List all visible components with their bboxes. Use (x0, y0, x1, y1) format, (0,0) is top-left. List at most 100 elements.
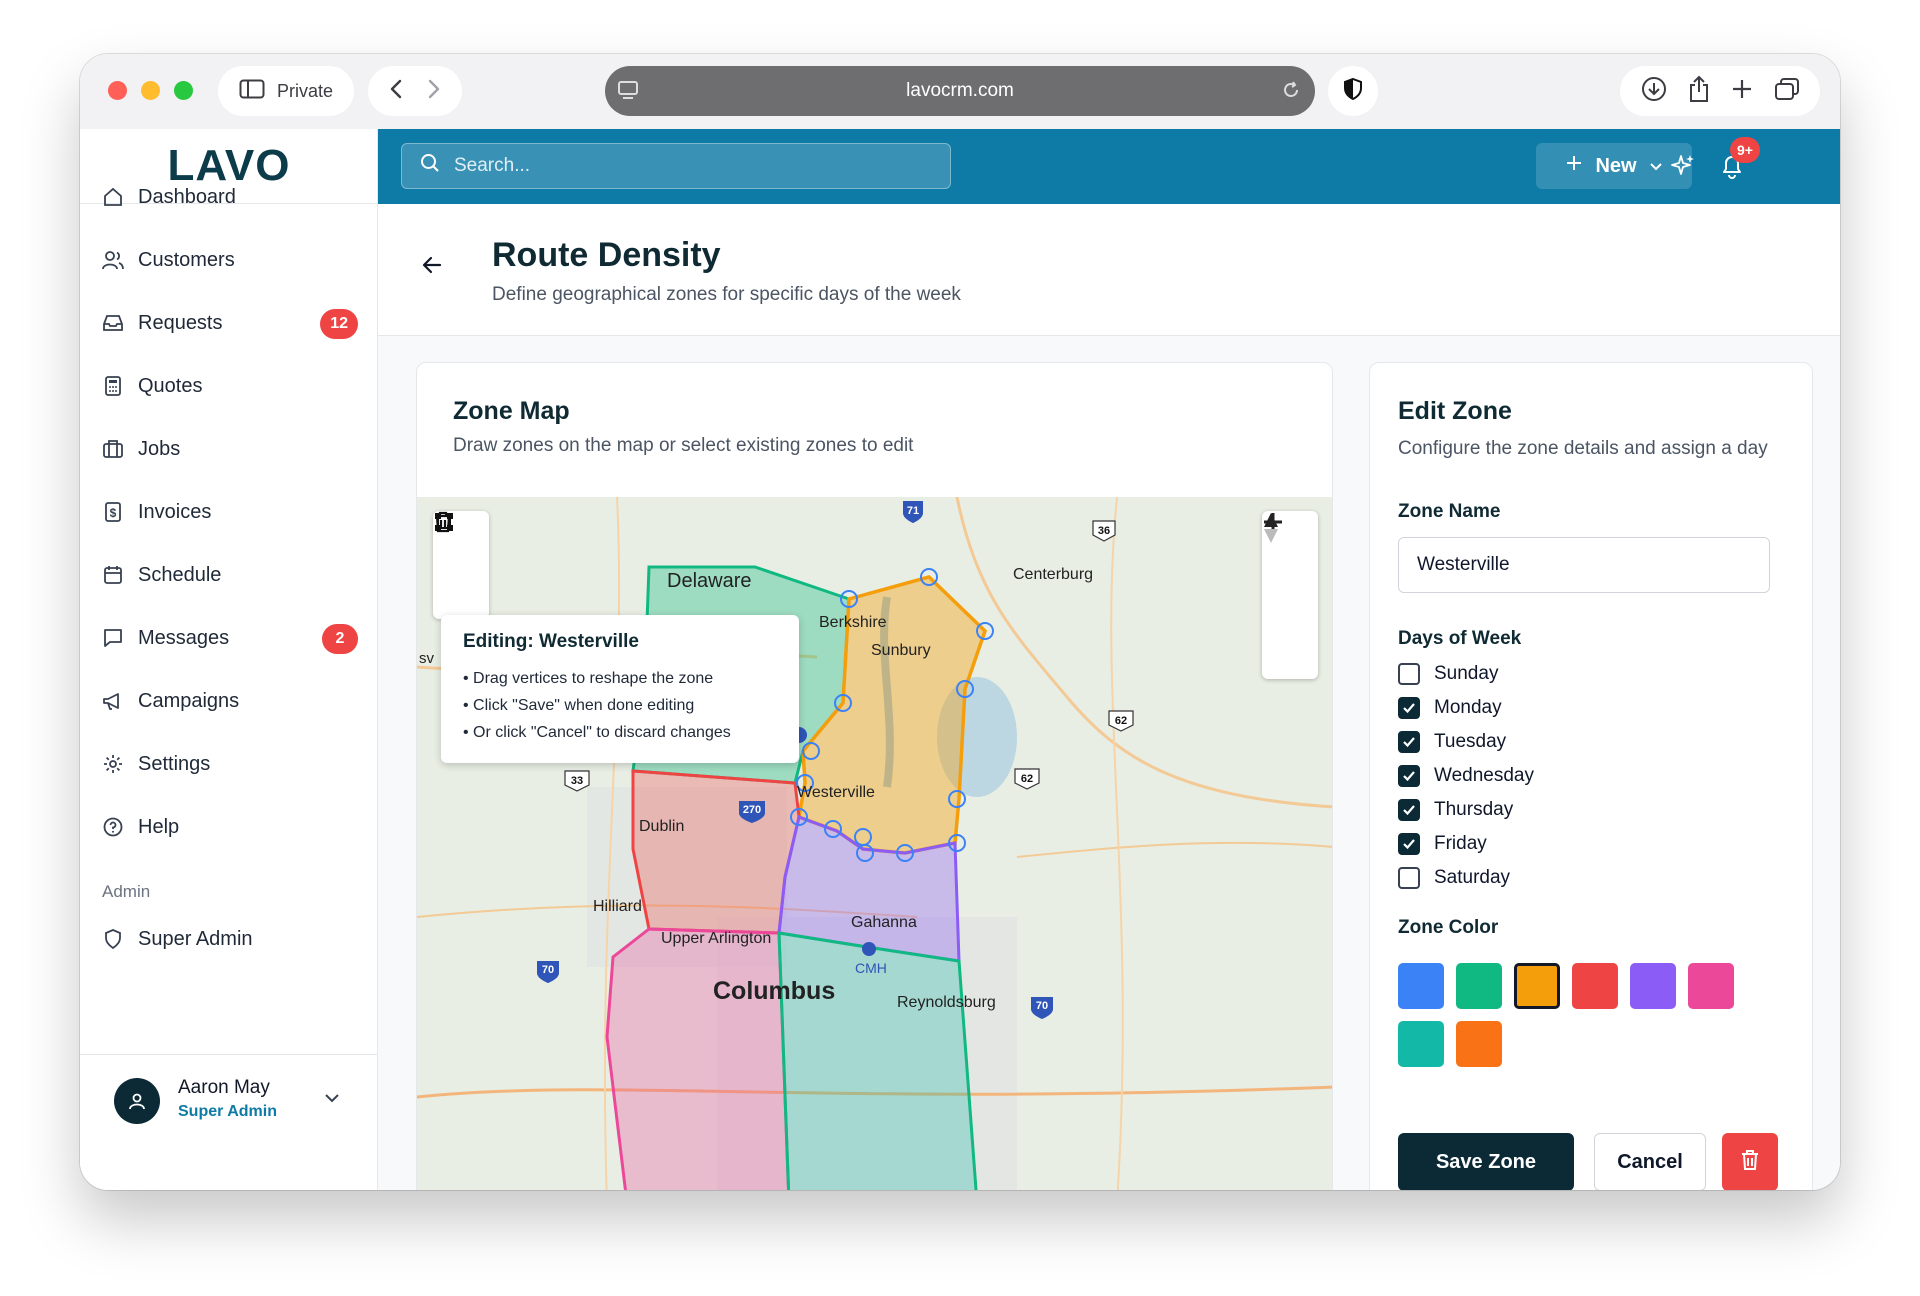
edit-zone-title: Edit Zone (1398, 397, 1512, 425)
map-canvas: 71 36 62 62 33 270 70 70 Delaware Berksh… (417, 497, 1332, 1190)
gear-icon (102, 753, 124, 775)
day-checkbox-friday[interactable]: Friday (1398, 829, 1487, 859)
color-swatch-green[interactable] (1456, 963, 1502, 1009)
chevron-down-icon (324, 1091, 340, 1109)
minimize-window-button[interactable] (141, 81, 160, 100)
place-label: CMH (855, 960, 887, 976)
place-label: Dublin (639, 818, 684, 835)
sidebar-item-quotes[interactable]: Quotes (102, 363, 358, 409)
shield-icon (1343, 77, 1363, 106)
day-checkbox-monday[interactable]: Monday (1398, 693, 1502, 723)
place-label: Hilliard (593, 898, 642, 915)
sidebar-item-invoices[interactable]: $ Invoices (102, 489, 358, 535)
zone-name-label: Zone Name (1398, 501, 1501, 522)
sidebar-item-jobs[interactable]: Jobs (102, 426, 358, 472)
color-swatch-blue[interactable] (1398, 963, 1444, 1009)
browser-window: Private lavocrm.com LAVO Dashboard Custo… (80, 54, 1840, 1190)
delete-zone-button[interactable] (1722, 1133, 1778, 1190)
download-icon[interactable] (1641, 76, 1667, 107)
admin-section-label: Admin (102, 882, 151, 901)
sidebar-item-messages[interactable]: Messages 2 (102, 615, 358, 661)
color-swatch-pink[interactable] (1688, 963, 1734, 1009)
color-swatch-purple[interactable] (1630, 963, 1676, 1009)
zoom-out-button[interactable] (1262, 520, 1318, 623)
maximize-window-button[interactable] (174, 81, 193, 100)
place-label: Upper Arlington (661, 930, 771, 947)
sidebar-toggle-icon (239, 79, 265, 104)
sidebar-item-schedule[interactable]: Schedule (102, 552, 358, 598)
message-icon (102, 627, 124, 649)
svg-text:70: 70 (542, 964, 554, 976)
place-label: Delaware (667, 570, 751, 592)
reload-icon[interactable] (1281, 80, 1301, 106)
edit-zone-subtitle: Configure the zone details and assign a … (1398, 438, 1768, 459)
day-checkbox-saturday[interactable]: Saturday (1398, 863, 1510, 893)
browser-actions (1620, 66, 1820, 116)
close-window-button[interactable] (108, 81, 127, 100)
color-swatch-amber-selected[interactable] (1514, 963, 1560, 1009)
back-arrow-icon[interactable] (422, 256, 442, 279)
address-bar[interactable]: lavocrm.com (605, 66, 1315, 116)
sidebar-item-requests[interactable]: Requests 12 (102, 300, 358, 346)
browser-toolbar: Private lavocrm.com (80, 54, 1840, 129)
private-tab-button[interactable]: Private (218, 66, 354, 116)
map-zoom-controls (1262, 511, 1318, 679)
sidebar-item-super-admin[interactable]: Super Admin (102, 916, 358, 962)
color-swatch-red[interactable] (1572, 963, 1618, 1009)
checkbox-checked (1398, 833, 1420, 855)
place-label: Reynoldsburg (897, 994, 996, 1011)
compass-button[interactable] (1262, 513, 1318, 679)
tooltip-line: • Drag vertices to reshape the zone (463, 670, 714, 687)
sidebar-item-campaigns[interactable]: Campaigns (102, 678, 358, 724)
share-icon[interactable] (1688, 75, 1710, 108)
back-arrow-icon[interactable] (390, 79, 402, 104)
cancel-button[interactable]: Cancel (1594, 1133, 1706, 1190)
new-tab-icon[interactable] (1731, 78, 1753, 105)
svg-text:33: 33 (571, 775, 583, 787)
user-menu[interactable]: Aaron May Super Admin (80, 1054, 378, 1149)
save-zone-button[interactable]: Save Zone (1398, 1133, 1574, 1190)
sidebar-item-help[interactable]: Help (102, 804, 358, 850)
page-settings-icon[interactable] (617, 80, 639, 106)
sparkles-icon[interactable] (1670, 153, 1696, 184)
tooltip-line: • Click "Save" when done editing (463, 697, 695, 714)
zone-map[interactable]: 71 36 62 62 33 270 70 70 Delaware Berksh… (417, 497, 1332, 1190)
search-icon (420, 153, 440, 179)
page-title: Route Density (492, 236, 721, 274)
search-box[interactable] (401, 143, 951, 189)
shield-icon (102, 928, 124, 950)
zone-name-input[interactable] (1398, 537, 1770, 593)
sidebar-item-settings[interactable]: Settings (102, 741, 358, 787)
color-swatch-orange[interactable] (1456, 1021, 1502, 1067)
sidebar-item-dashboard[interactable]: Dashboard (102, 174, 358, 220)
place-label: Sunbury (871, 642, 931, 659)
svg-text:70: 70 (1036, 1000, 1048, 1012)
day-checkbox-thursday[interactable]: Thursday (1398, 795, 1513, 825)
page-header: Route Density Define geographical zones … (378, 204, 1840, 336)
place-label: Westerville (797, 784, 875, 801)
zone-color-label: Zone Color (1398, 917, 1499, 938)
forward-arrow-icon[interactable] (428, 79, 440, 104)
color-swatch-teal[interactable] (1398, 1021, 1444, 1067)
new-button[interactable]: New (1536, 143, 1692, 189)
days-of-week-label: Days of Week (1398, 628, 1522, 649)
megaphone-icon (102, 690, 124, 712)
privacy-shield-button[interactable] (1328, 66, 1378, 116)
editing-tooltip: Editing: Westerville • Drag vertices to … (441, 615, 799, 763)
user-role: Super Admin (178, 1103, 277, 1120)
briefcase-icon (102, 438, 124, 460)
calendar-icon (102, 564, 124, 586)
zone-map-card: Zone Map Draw zones on the map or select… (416, 362, 1333, 1190)
search-input[interactable] (454, 155, 914, 177)
place-label: Centerburg (1013, 566, 1093, 583)
day-checkbox-wednesday[interactable]: Wednesday (1398, 761, 1534, 791)
day-checkbox-tuesday[interactable]: Tuesday (1398, 727, 1506, 757)
place-label: sv (419, 650, 435, 667)
svg-text:$: $ (110, 506, 117, 520)
zone-map-title: Zone Map (453, 397, 570, 425)
tab-overview-icon[interactable] (1774, 77, 1800, 106)
edit-zone-card: Edit Zone Configure the zone details and… (1369, 362, 1813, 1190)
sidebar-item-customers[interactable]: Customers (102, 237, 358, 283)
day-checkbox-sunday[interactable]: Sunday (1398, 659, 1498, 689)
page-subtitle: Define geographical zones for specific d… (492, 284, 961, 305)
